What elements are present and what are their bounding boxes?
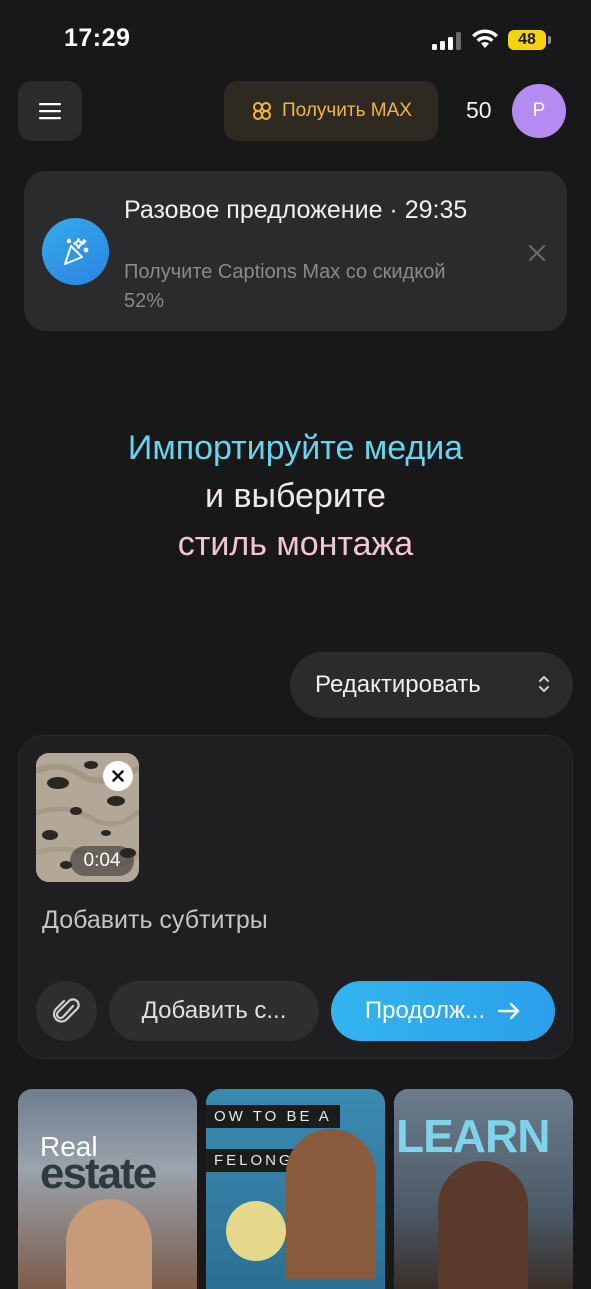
hero-line-1: Импортируйте медиа [127, 429, 464, 467]
template-label-bottom: estate [40, 1149, 157, 1198]
template-card[interactable]: Real estate [18, 1089, 197, 1289]
continue-label: Продолж... [364, 997, 486, 1024]
person-face [66, 1199, 152, 1289]
avatar[interactable]: P [512, 84, 566, 138]
battery-nub [548, 36, 551, 44]
close-icon [112, 770, 124, 782]
add-style-button[interactable]: Добавить с... [109, 981, 319, 1041]
template-label-top: LEARN [396, 1110, 550, 1162]
template-label-top: OW TO BE A [206, 1105, 340, 1128]
chevron-updown-icon [539, 676, 549, 692]
clip-duration: 0:04 [70, 846, 134, 876]
battery-icon: 48 [508, 30, 546, 50]
lightbulb-icon [226, 1201, 286, 1261]
offer-subtitle: Получите Captions Max со скидкой 52% [124, 261, 446, 312]
remove-media-button[interactable] [103, 761, 133, 791]
clover-icon [253, 102, 272, 120]
status-time: 17:29 [64, 24, 131, 52]
close-icon[interactable] [524, 240, 550, 266]
offer-title: Разовое предложение · 29:35 [124, 196, 468, 224]
mode-dropdown[interactable]: Редактировать [290, 652, 573, 718]
get-max-label: Получить MAX [282, 100, 412, 121]
hero-line-3: стиль монтажа [177, 525, 414, 563]
hamburger-icon [39, 103, 61, 120]
template-card[interactable]: OW TO BE A FELONG [206, 1089, 385, 1289]
cellular-signal-icon [432, 32, 462, 50]
person-face [286, 1129, 376, 1279]
arrow-right-icon [497, 1002, 520, 1020]
hero-heading: Импортируйте медиа и выберите стиль монт… [0, 424, 591, 568]
party-popper-icon [42, 218, 109, 285]
mode-dropdown-value: Редактировать [315, 671, 481, 698]
credits-count[interactable]: 50 [466, 97, 492, 124]
get-max-button[interactable]: Получить MAX [224, 81, 438, 141]
hero-line-2: и выберите [205, 477, 386, 515]
template-card[interactable]: LEARN [394, 1089, 573, 1289]
prompt-input[interactable]: Добавить субтитры [42, 906, 268, 935]
continue-button[interactable]: Продолж... [331, 981, 555, 1041]
wifi-icon [472, 29, 498, 48]
person-face [438, 1161, 528, 1289]
paperclip-icon [52, 998, 80, 1023]
menu-button[interactable] [18, 81, 82, 141]
attach-button[interactable] [36, 981, 97, 1041]
